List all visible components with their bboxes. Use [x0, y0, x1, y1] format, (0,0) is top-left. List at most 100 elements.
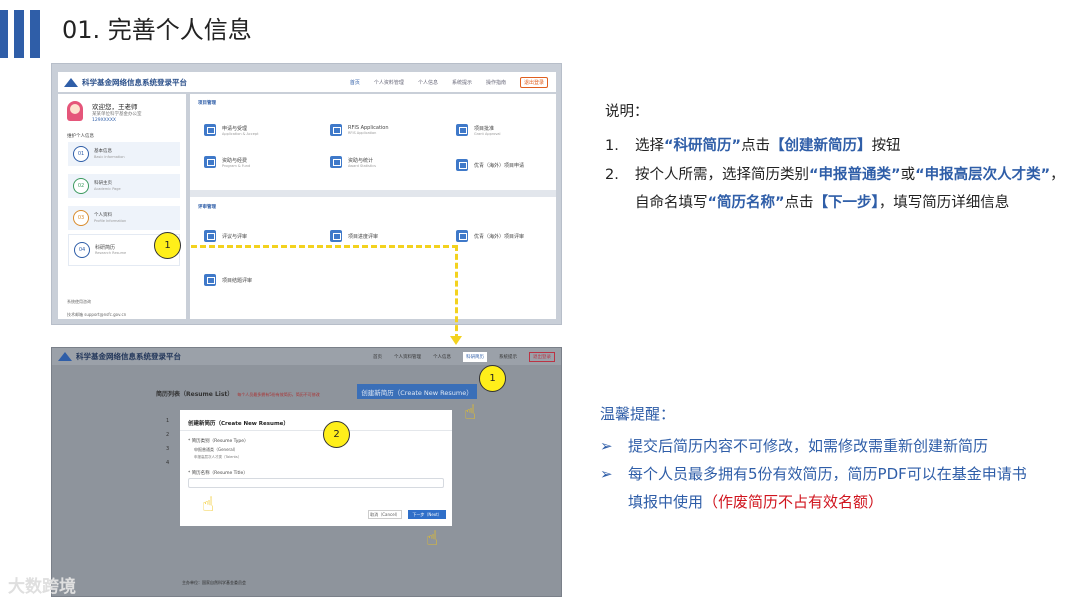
pointer-hand-icon: ☝	[202, 492, 215, 516]
top-nav: 首页 个人资料管理 个人信息 科研简历 系统提示 退出登录	[373, 351, 561, 362]
step-number: 1.	[605, 138, 619, 154]
cancel-button[interactable]: 取消（Cancel）	[368, 510, 402, 519]
sidebar-item-label: 基本信息	[94, 149, 112, 155]
instructions: 说明： 1. 选择“科研简历”点击【创建新简历】按钮 2. 按个人所需，选择简历…	[605, 100, 1065, 218]
step-2: 2. 按个人所需，选择简历类别“申报普通类”或“申报高层次人才类”，自命名填写“…	[605, 161, 1065, 217]
arrow-down-icon	[450, 336, 462, 345]
keyword: “简历名称”	[707, 195, 785, 211]
table-row: 3	[166, 446, 170, 452]
reminders: 温馨提醒： ➢ 提交后简历内容不可修改，如需修改需重新创建新简历 ➢ 每个人员最…	[600, 403, 1040, 516]
platform-name: 科学基金网络信息系统登录平台	[82, 77, 187, 87]
nav-notice[interactable]: 系统提示	[452, 79, 472, 86]
text: 选择	[635, 138, 664, 154]
divider	[180, 430, 452, 431]
text: 点击	[784, 195, 814, 211]
nav-home[interactable]: 首页	[350, 79, 360, 86]
card-label: 优青（海外）项目申请	[474, 162, 525, 169]
card-rfis[interactable]: RFIS Application RFIS Application	[330, 124, 389, 136]
card-final-review[interactable]: 项目结题评审	[204, 274, 252, 286]
reminder-item: ➢ 每个人员最多拥有5份有效简历，简历PDF可以在基金申请书填报中使用（作废简历…	[600, 460, 1040, 516]
nav-home[interactable]: 首页	[373, 354, 382, 360]
card-sub: Application & Accept	[222, 131, 259, 136]
nav-profile[interactable]: 个人资料管理	[374, 79, 404, 86]
step-number: 2.	[605, 167, 619, 183]
reminder-item: ➢ 提交后简历内容不可修改，如需修改需重新创建新简历	[600, 432, 1040, 460]
user-org: 某某单位科学基金办公室	[92, 112, 142, 117]
create-resume-dialog: 创建新简历（Create New Resume） * 简历类别（Resume T…	[180, 410, 452, 526]
keyword: “科研简历”	[664, 138, 742, 154]
review-icon	[330, 230, 342, 242]
card-overseas-apply[interactable]: 优青（海外）项目申请	[456, 159, 524, 171]
next-button[interactable]: 下一步（Next）	[408, 510, 446, 519]
nav-notice[interactable]: 系统提示	[499, 354, 517, 360]
sidebar-item-label: 科研主页	[94, 181, 112, 187]
dialog-title: 创建新简历（Create New Resume）	[188, 421, 289, 427]
group-title-review: 评审管理	[198, 205, 216, 210]
logout-button[interactable]: 退出登录	[519, 76, 548, 88]
arrow-bullet-icon: ➢	[600, 465, 613, 483]
nav-resume[interactable]: 科研简历	[463, 351, 487, 362]
reminder-text: 提交后简历内容不可修改，如需修改需重新创建新简历	[628, 437, 989, 455]
support-title: 系统使用咨询	[67, 299, 91, 304]
screenshot-personal-info: 科学基金网络信息系统登录平台 首页 个人资料管理 个人信息 系统提示 操作指南 …	[51, 63, 562, 325]
sidebar-item-academic-page[interactable]: 02 科研主页 Academic Page	[68, 174, 180, 198]
option-talents[interactable]: 申报高层次人才类（Talents）	[194, 455, 241, 460]
step-number: 01	[73, 146, 89, 162]
group-title-project: 项目管理	[198, 101, 216, 106]
main-panel: 项目管理 申请与受理 Application & Accept RFIS Appl…	[190, 94, 556, 319]
sidebar-section-title: 维护个人信息	[67, 134, 94, 139]
card-sub: Award Statistics	[348, 163, 376, 168]
resume-type-label: * 简历类别（Resume Type）	[188, 439, 249, 444]
create-resume-button[interactable]: 创建新简历（Create New Resume）	[357, 384, 477, 399]
keyword: 【下一步】	[813, 195, 879, 211]
review-icon	[456, 230, 468, 242]
logo-icon	[64, 77, 78, 87]
sidebar-item-sub: Academic Page	[94, 186, 121, 191]
section-divider	[190, 190, 556, 197]
resume-title-input[interactable]	[188, 478, 444, 488]
document-icon	[456, 159, 468, 171]
keyword: “申报高层次人才类”	[915, 167, 1051, 183]
step-number: 02	[73, 178, 89, 194]
card-statistics[interactable]: 资助与统计 Award Statistics	[330, 156, 376, 168]
card-fund[interactable]: 资助与经费 Program & Fund	[204, 156, 250, 168]
card-label: 项目结题评审	[222, 277, 253, 284]
list-title: 简历列表（Resume List）	[156, 391, 234, 398]
card-overseas-review[interactable]: 优青（海外）项目评审	[456, 230, 524, 242]
document-icon	[456, 124, 468, 136]
text: 点击	[741, 138, 771, 154]
card-label: 申请与受理	[222, 125, 248, 132]
card-sub: RFIS Application	[348, 131, 377, 135]
nav-profile[interactable]: 个人资料管理	[394, 354, 421, 360]
card-review[interactable]: 评议与评审	[204, 230, 247, 242]
sidebar-item-profile[interactable]: 03 个人资料 Profile Information	[68, 206, 180, 230]
page-footer: 主办单位：国家自然科学基金委员会	[182, 580, 246, 585]
card-application[interactable]: 申请与受理 Application & Accept	[204, 124, 258, 136]
nav-guide[interactable]: 操作指南	[486, 79, 506, 86]
nav-personal[interactable]: 个人信息	[418, 79, 438, 86]
nav-personal[interactable]: 个人信息	[433, 354, 451, 360]
instructions-heading: 说明：	[605, 104, 649, 120]
text: 按个人所需，选择简历类别	[635, 167, 809, 183]
option-general[interactable]: 申报普通类（General）	[194, 447, 238, 453]
sidebar-item-sub: Basic Information	[94, 154, 125, 159]
chart-icon	[330, 156, 342, 168]
card-approval[interactable]: 项目批准 Grant Approval	[456, 124, 501, 136]
review-icon	[204, 274, 216, 286]
step-badge-1: 1	[154, 232, 181, 259]
sidebar-item-sub: Research Resume	[95, 250, 127, 255]
resume-list-title: 简历列表（Resume List） 每个人员最多拥有5份有效简历，简历不可修改	[156, 389, 320, 398]
platform-header: 科学基金网络信息系统登录平台 首页 个人资料管理 个人信息 系统提示 操作指南 …	[58, 72, 556, 92]
slide-title: 01. 完善个人信息	[62, 16, 252, 44]
keyword: 【创建新简历】	[770, 138, 872, 154]
watermark: 大数跨境	[8, 577, 76, 597]
reminder-highlight: （作废简历不占有效名额）	[703, 493, 884, 511]
document-icon	[330, 124, 342, 136]
card-progress-review[interactable]: 项目进度评审	[330, 230, 378, 242]
title-decoration	[0, 10, 40, 58]
step-number: 04	[74, 242, 90, 258]
reminders-heading: 温馨提醒：	[600, 405, 676, 423]
card-label: 优青（海外）项目评审	[474, 233, 525, 240]
sidebar-item-basic-info[interactable]: 01 基本信息 Basic Information	[68, 142, 180, 166]
logout-button[interactable]: 退出登录	[529, 351, 555, 362]
